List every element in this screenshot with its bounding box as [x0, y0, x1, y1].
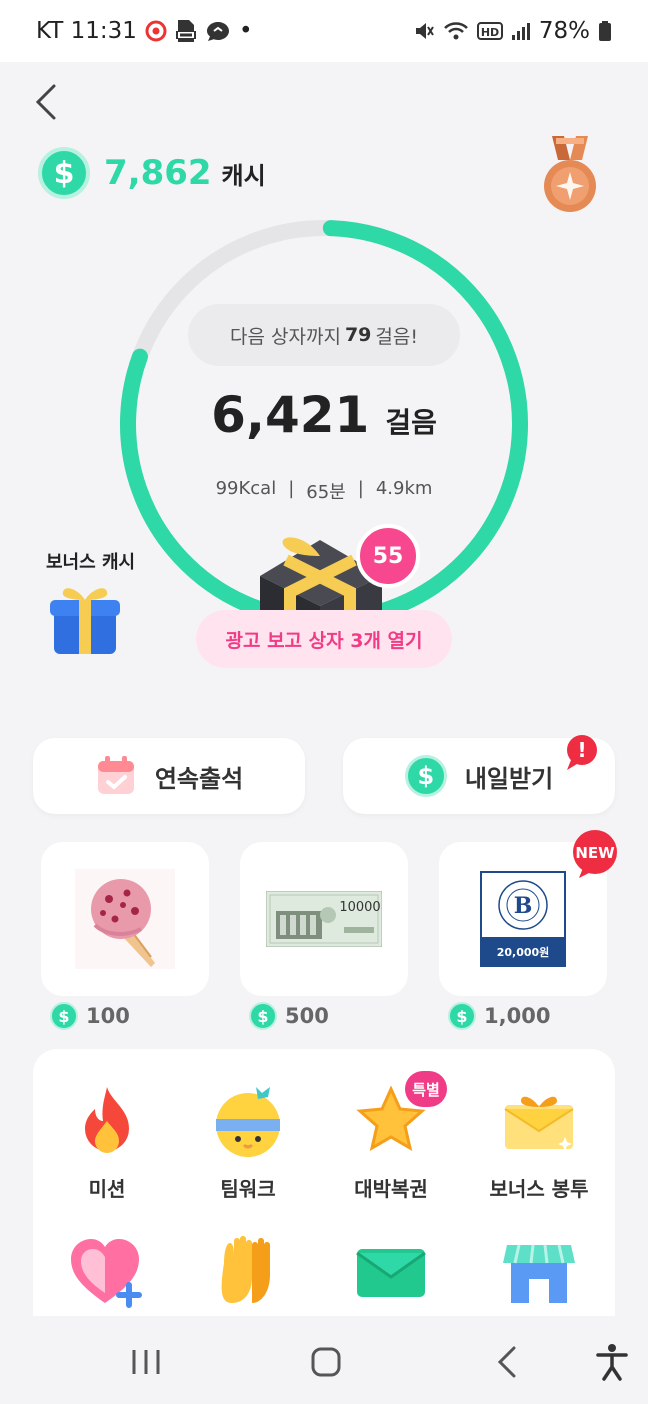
accessibility-icon [596, 1344, 628, 1381]
recent-apps-button[interactable] [124, 1340, 168, 1384]
open-box-ad-button[interactable]: 광고 보고 상자 3개 열기 [196, 610, 452, 668]
menu-item-bonus-envelope[interactable]: 보너스 봉투 [469, 1083, 609, 1202]
mail-green-icon [356, 1249, 426, 1297]
steps-unit: 걸음 [385, 406, 437, 439]
coin-icon: $ [50, 1002, 78, 1030]
attendance-label: 연속출석 [154, 764, 244, 793]
price-value: 100 [86, 1004, 130, 1028]
signal-icon [511, 21, 531, 41]
store-icon [503, 1244, 575, 1303]
coin-icon: $ [404, 755, 447, 797]
menu-item-mission[interactable]: 미션 [37, 1083, 177, 1202]
pdf-icon [175, 19, 197, 43]
status-dot: • [238, 18, 253, 44]
reward-price: $ 100 [50, 1002, 130, 1030]
price-value: 500 [285, 1004, 329, 1028]
menu-label: 미션 [88, 1177, 126, 1201]
next-prefix: 다음 상자까지 [230, 325, 341, 348]
stat-separator: | [357, 478, 364, 499]
alert-badge: ! [565, 734, 599, 772]
menu-item-clap[interactable] [178, 1233, 318, 1323]
steps-number: 6,421 [211, 386, 370, 444]
smiley-headband-icon [216, 1087, 280, 1157]
next-box-remaining: 다음 상자까지 79 걸음! [188, 304, 460, 366]
back-icon [497, 1346, 516, 1378]
reward-price: $ 1,000 [448, 1002, 550, 1030]
svg-text:NEW: NEW [575, 844, 615, 862]
reward-card-gift-voucher[interactable]: 10000 [240, 842, 408, 996]
coin-icon: $ [448, 1002, 476, 1030]
coin-icon: $ [38, 147, 90, 199]
stat-minutes: 65분 [306, 482, 346, 503]
reward-card-icecream[interactable] [41, 842, 209, 996]
envelope-gold-icon [504, 1096, 574, 1151]
heart-plus-icon [71, 1239, 142, 1308]
nav-back-button[interactable] [486, 1340, 530, 1384]
main-content: $ 7,862 캐시 다음 상자까지 79 걸음! 6,421 걸음 99Kca… [0, 62, 648, 1329]
fire-icon [85, 1087, 129, 1153]
next-steps: 79 [344, 324, 372, 346]
target-app-icon [145, 20, 167, 42]
stat-separator: | [288, 478, 295, 499]
ice-cream-cone-icon [75, 869, 175, 969]
blue-gift-icon[interactable] [48, 578, 122, 656]
clapping-hands-icon [221, 1236, 270, 1303]
new-badge: NEW [571, 830, 619, 880]
home-icon [311, 1347, 341, 1377]
bronze-medal-icon[interactable] [540, 136, 600, 216]
stat-kcal: 99Kcal [215, 478, 277, 499]
box-count-badge: 55 [356, 524, 420, 588]
bonus-cash-label: 보너스 캐시 [46, 552, 136, 573]
price-value: 1,000 [484, 1004, 551, 1028]
receive-tomorrow-label: 내일받기 [464, 764, 554, 793]
attendance-button[interactable]: 연속출석 [33, 738, 305, 814]
gift-voucher-10000-icon: 10000 [266, 891, 382, 947]
menu-label: 대박복권 [354, 1177, 428, 1201]
reward-price: $ 500 [249, 1002, 329, 1030]
cash-amount: 7,862 [104, 153, 212, 193]
chevron-left-icon [35, 84, 56, 120]
special-badge: 특별 [405, 1071, 447, 1107]
paris-baguette-voucher-icon: B 20,000원 [480, 871, 566, 967]
svg-text:HD: HD [481, 26, 499, 39]
menu-item-teamwork[interactable]: 팀워크 [178, 1083, 318, 1202]
cash-balance[interactable]: $ 7,862 캐시 [38, 147, 266, 199]
battery-percent: 78% [538, 18, 590, 44]
step-count: 6,421 걸음 [0, 386, 648, 444]
recent-apps-icon [132, 1350, 160, 1374]
mute-icon [413, 20, 435, 42]
menu-item-store[interactable] [469, 1233, 609, 1323]
status-bar: KT 11:31 • HD 78% [0, 0, 648, 62]
calendar-check-icon [97, 756, 134, 794]
wifi-icon [443, 20, 469, 42]
cash-unit: 캐시 [221, 161, 266, 190]
next-suffix: 걸음! [375, 325, 418, 348]
system-nav-bar [0, 1316, 648, 1404]
svg-text:20,000원: 20,000원 [497, 945, 550, 959]
home-button[interactable] [304, 1340, 348, 1384]
svg-text:10000: 10000 [339, 900, 380, 915]
menu-item-heart[interactable] [37, 1233, 177, 1323]
battery-icon [598, 20, 612, 42]
coin-icon: $ [249, 1002, 277, 1030]
hd-icon: HD [476, 21, 503, 41]
menu-label: 보너스 봉투 [489, 1177, 589, 1201]
svg-text:B: B [514, 893, 533, 919]
feature-menu-panel: 미션 팀워크 대박복권 특별 보너스 봉투 [33, 1049, 615, 1329]
activity-stats: 99Kcal | 65분 | 4.9km [0, 478, 648, 504]
carrier-time: KT 11:31 [36, 18, 137, 44]
stat-distance: 4.9km [375, 478, 433, 499]
svg-text:!: ! [577, 738, 586, 762]
chat-bubble-icon [205, 20, 231, 42]
back-button[interactable] [28, 80, 68, 124]
menu-label: 팀워크 [220, 1177, 276, 1201]
accessibility-button[interactable] [590, 1340, 634, 1384]
menu-item-mail[interactable] [321, 1233, 461, 1323]
